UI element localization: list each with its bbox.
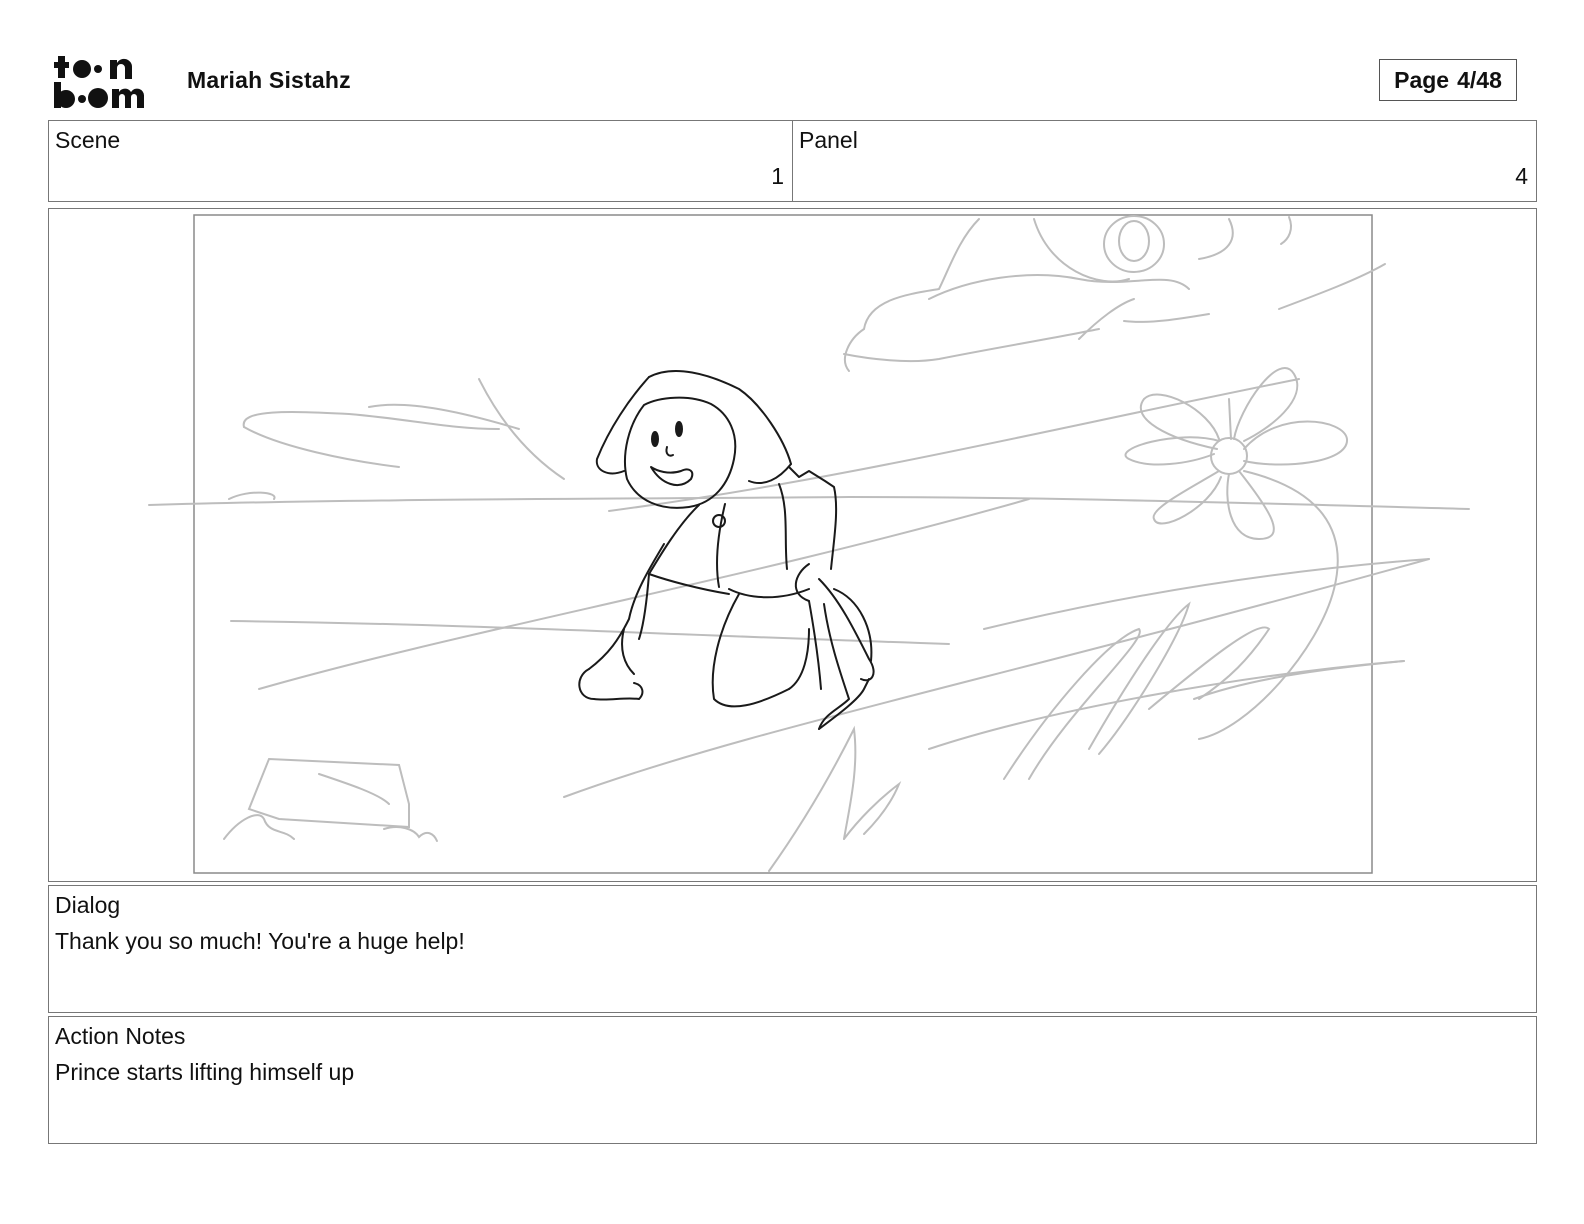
project-title: Mariah Sistahz [187,67,351,93]
camera-frame [193,214,1373,874]
toon-boom-logo [54,56,145,108]
header: Mariah Sistahz Page 4/48 [48,50,1536,112]
panel-label: Panel [799,127,858,153]
storyboard-sketch-image [148,214,1470,874]
scene-value: 1 [771,163,784,189]
action-notes-box: Action Notes Prince starts lifting himse… [48,1016,1537,1144]
action-notes-label: Action Notes [55,1023,186,1049]
dialog-text: Thank you so much! You're a huge help! [55,928,465,954]
page-indicator: Page 4/48 [1379,59,1517,101]
scene-label: Scene [55,127,121,153]
dialog-label: Dialog [55,892,121,918]
panel-cell: Panel 4 [792,121,1536,201]
panel-value: 4 [1515,163,1528,189]
scene-panel-info: Scene 1 Panel 4 [48,120,1537,202]
character-sketch [578,370,875,730]
panel-image-frame [48,208,1537,882]
action-notes-text: Prince starts lifting himself up [55,1059,355,1085]
scene-cell: Scene 1 [49,121,792,201]
page-label: Page [1394,66,1450,93]
dialog-box: Dialog Thank you so much! You're a huge … [48,885,1537,1013]
background-sketch-lines [148,215,1470,872]
page-value: 4/48 [1457,66,1502,93]
